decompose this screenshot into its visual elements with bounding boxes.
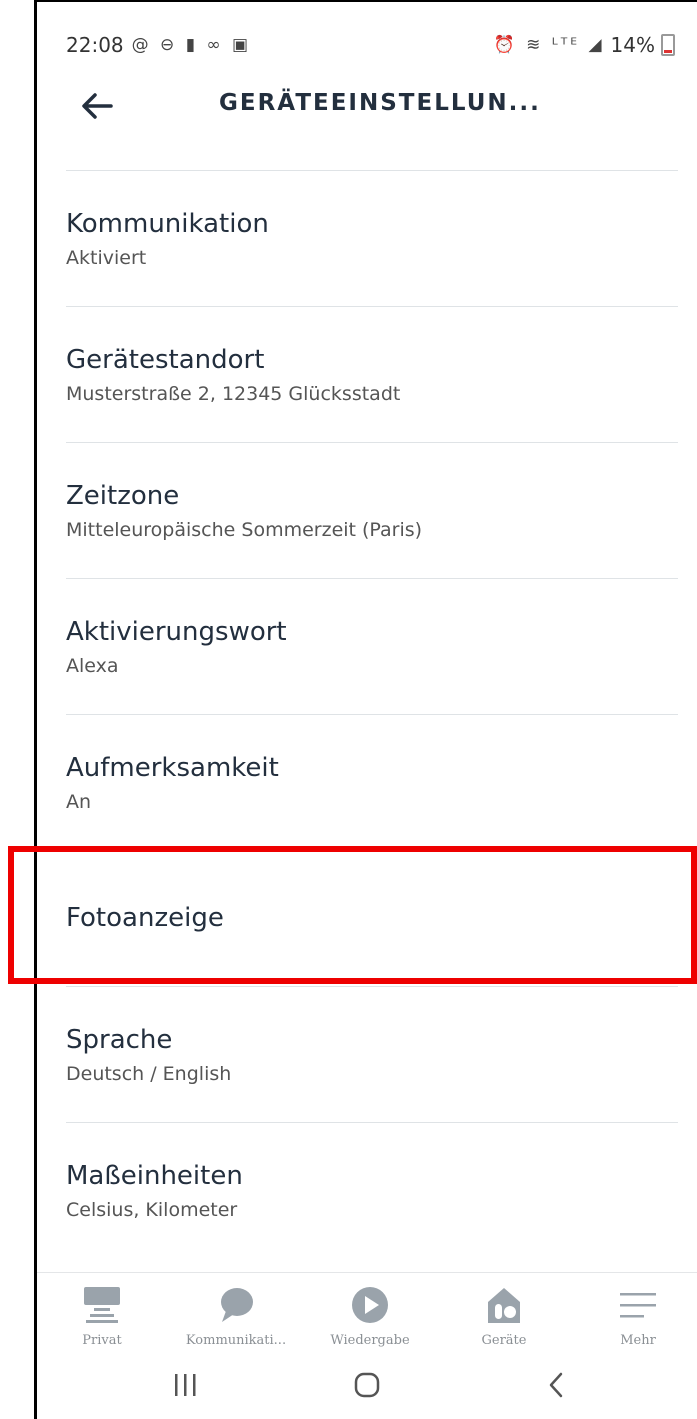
tab-devices[interactable]: Geräte [444, 1285, 564, 1348]
home-circle-icon [354, 1372, 380, 1398]
tab-label: Privat [82, 1333, 122, 1348]
setting-wake-word[interactable]: Aktivierungswort Alexa [66, 616, 678, 678]
status-bar: 22:08 @ ⊖ ▮ ∞ ▣ ⏰ ≋ ᴸᵀᴱ ◢ 14% [66, 30, 675, 60]
tab-home[interactable]: Privat [42, 1285, 162, 1348]
chat-bubble-icon [221, 1288, 253, 1322]
bottom-tab-bar: Privat Kommunikati... Wiedergabe Geräte … [37, 1272, 697, 1353]
recent-apps-button[interactable] [155, 1360, 215, 1410]
chevron-left-icon [549, 1372, 563, 1398]
setting-value: Aktiviert [66, 247, 147, 269]
divider [66, 170, 678, 171]
screenshot-frame-top [34, 0, 697, 2]
divider [66, 442, 678, 443]
setting-label: Kommunikation [66, 209, 269, 239]
notification-icons: @ ⊖ ▮ ∞ ▣ [131, 35, 252, 55]
setting-value: Musterstraße 2, 12345 Glücksstadt [66, 383, 401, 405]
system-icons: ⏰ ≋ ᴸᵀᴱ ◢ [493, 35, 605, 55]
tab-communication[interactable]: Kommunikati... [176, 1285, 296, 1348]
divider [66, 986, 678, 987]
setting-device-location[interactable]: Gerätestandort Musterstraße 2, 12345 Glü… [66, 344, 678, 406]
setting-value: Deutsch / English [66, 1063, 232, 1085]
setting-label: Maßeinheiten [66, 1161, 243, 1191]
play-icon [352, 1287, 388, 1323]
divider [66, 1122, 678, 1123]
battery-icon [661, 34, 675, 56]
setting-value: Alexa [66, 655, 119, 677]
menu-icon [620, 1293, 656, 1318]
highlight-box [8, 846, 697, 984]
setting-attention[interactable]: Aufmerksamkeit An [66, 752, 678, 814]
battery-percent: 14% [610, 33, 655, 57]
setting-communication[interactable]: Kommunikation Aktiviert [66, 208, 678, 270]
tab-label: Kommunikati... [185, 1333, 287, 1348]
home-icon [84, 1287, 120, 1323]
screenshot-frame-left [34, 0, 37, 1419]
recent-apps-icon [175, 1374, 196, 1396]
setting-language[interactable]: Sprache Deutsch / English [66, 1024, 678, 1086]
devices-icon [488, 1288, 520, 1323]
setting-label: Aktivierungswort [66, 617, 287, 647]
setting-time-zone[interactable]: Zeitzone Mitteleuropäische Sommerzeit (P… [66, 480, 678, 542]
tab-label: Mehr [620, 1333, 656, 1348]
divider [66, 714, 678, 715]
tab-more[interactable]: Mehr [578, 1285, 697, 1348]
setting-label: Zeitzone [66, 481, 180, 511]
setting-units[interactable]: Maßeinheiten Celsius, Kilometer [66, 1160, 678, 1222]
divider [66, 306, 678, 307]
tab-playback[interactable]: Wiedergabe [310, 1285, 430, 1348]
app-header: GERÄTEEINSTELLUN... [37, 80, 697, 140]
tab-label: Geräte [481, 1333, 527, 1348]
setting-label: Sprache [66, 1025, 173, 1055]
arrow-left-icon [82, 93, 113, 119]
back-nav-button[interactable] [527, 1360, 587, 1410]
setting-value: An [66, 791, 92, 813]
page-title: GERÄTEEINSTELLUN... [219, 90, 541, 116]
divider [66, 578, 678, 579]
system-nav-bar [37, 1352, 697, 1419]
home-button[interactable] [337, 1360, 397, 1410]
setting-label: Gerätestandort [66, 345, 265, 375]
setting-value: Mitteleuropäische Sommerzeit (Paris) [66, 519, 423, 541]
tab-label: Wiedergabe [330, 1333, 410, 1348]
back-button[interactable] [77, 86, 117, 126]
setting-value: Celsius, Kilometer [66, 1199, 238, 1221]
status-time: 22:08 [66, 33, 124, 57]
setting-label: Aufmerksamkeit [66, 753, 279, 783]
